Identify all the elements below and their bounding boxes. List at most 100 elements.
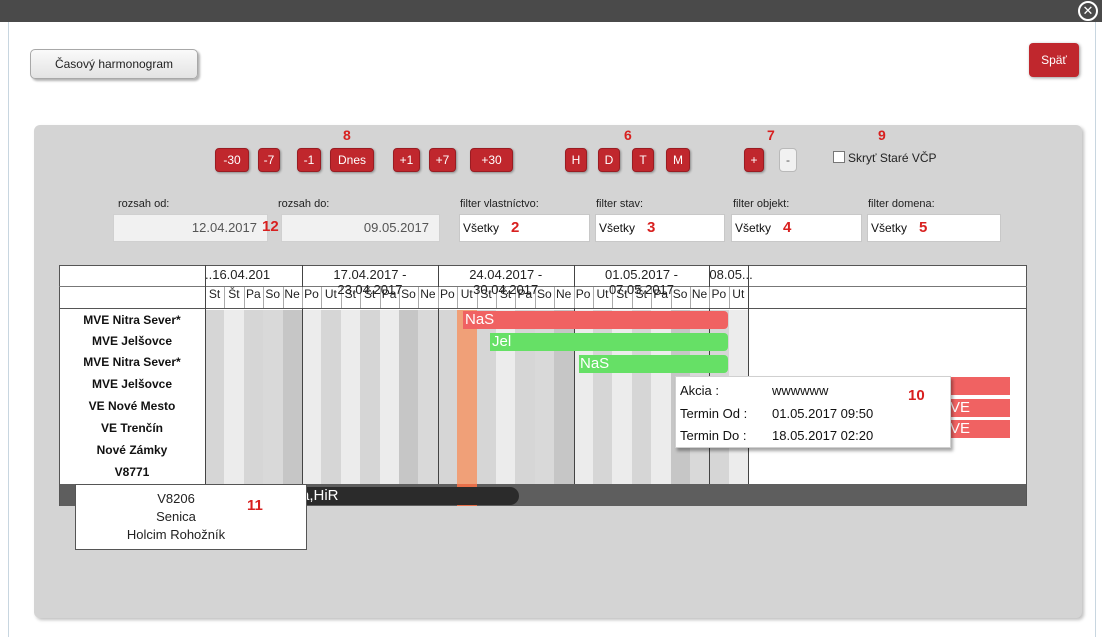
range-to-label: rozsah do: — [278, 198, 330, 210]
range-from-input[interactable]: 12.04.2017 — [113, 214, 268, 242]
range-to-input[interactable]: 09.05.2017 — [281, 214, 440, 242]
marker-9: 9 — [878, 127, 886, 143]
week-divider — [205, 265, 206, 506]
marker-2: 2 — [511, 219, 520, 236]
nav-minus-30-button[interactable]: -30 — [215, 148, 249, 172]
filter-state-select[interactable]: Všetky — [595, 214, 725, 242]
day-header: Ne — [284, 287, 300, 301]
today-column — [457, 310, 477, 484]
filter-domain-select[interactable]: Všetky — [867, 214, 1001, 242]
day-header: St — [616, 287, 628, 301]
week-header: ..16.04.201 — [205, 267, 271, 282]
back-button[interactable]: Späť — [1029, 43, 1079, 77]
row-label: MVE Jelšovce — [91, 377, 173, 391]
tooltip-od-value: 01.05.2017 09:50 — [772, 406, 874, 421]
nav-minus-7-button[interactable]: -7 — [258, 148, 280, 172]
filter-state-label: filter stav: — [596, 198, 644, 210]
day-header: So — [672, 287, 688, 301]
tooltip-akcia-value: wwwwww — [772, 383, 829, 398]
view-month-button[interactable]: M — [666, 148, 690, 172]
day-header: St — [344, 287, 356, 301]
filter-domain-label: filter domena: — [868, 198, 935, 210]
marker-4: 4 — [783, 219, 792, 236]
tooltip-object-line: V8206 — [157, 491, 195, 506]
tooltip-do-label: Termin Do : — [680, 428, 747, 443]
day-header: Ut — [460, 287, 473, 301]
filter-ownership-label: filter vlastníctvo: — [460, 198, 539, 210]
task-bar[interactable]: a,HiR — [283, 487, 519, 505]
day-header: Št — [635, 287, 647, 301]
day-header: So — [401, 287, 416, 301]
day-header: St — [208, 287, 221, 301]
task-bar-label: NaS — [465, 311, 495, 328]
nav-plus-1-button[interactable]: +1 — [393, 148, 420, 172]
marker-7: 7 — [767, 127, 775, 143]
task-bar[interactable]: NaS — [579, 355, 728, 373]
filter-object-label: filter objekt: — [733, 198, 790, 210]
nav-today-button[interactable]: Dnes — [330, 148, 374, 172]
day-header: Ne — [691, 287, 708, 301]
day-header: Pa — [517, 287, 533, 301]
day-header: Pa — [245, 287, 261, 301]
gantt-day-column — [263, 310, 283, 484]
task-bar[interactable]: NaS — [463, 311, 728, 329]
gantt-day-column — [379, 310, 399, 484]
nav-plus-30-button[interactable]: +30 — [470, 148, 513, 172]
tooltip-do-value: 18.05.2017 02:20 — [772, 428, 874, 443]
task-bar-label: VE — [950, 399, 971, 416]
action-tooltip: Akcia : wwwwww Termin Od : 01.05.2017 09… — [675, 376, 951, 448]
row-label: MVE Nitra Sever* — [83, 313, 181, 327]
marker-11: 11 — [247, 497, 263, 514]
zoom-out-button[interactable]: - — [779, 148, 797, 172]
close-icon[interactable]: ✕ — [1078, 1, 1098, 21]
gantt-day-column — [321, 310, 341, 484]
row-label: Nové Zámky — [96, 443, 168, 457]
marker-12: 12 — [262, 218, 279, 235]
view-hour-button[interactable]: H — [565, 148, 587, 172]
marker-3: 3 — [647, 219, 656, 236]
view-day-button[interactable]: D — [598, 148, 620, 172]
gantt-day-column — [418, 310, 438, 484]
marker-10: 10 — [908, 387, 925, 404]
tooltip-od-label: Termin Od : — [680, 406, 748, 421]
window-titlebar: ✕ — [0, 0, 1102, 22]
day-header: Ne — [420, 287, 436, 301]
nav-minus-1-button[interactable]: -1 — [297, 148, 321, 172]
day-header: Št — [499, 287, 512, 301]
gantt-day-column — [205, 310, 225, 484]
gantt-day-column — [243, 310, 264, 484]
marker-8: 8 — [343, 127, 351, 143]
gantt-day-column — [360, 310, 380, 484]
row-label: MVE Jelšovce — [91, 334, 173, 348]
filter-ownership-select[interactable]: Všetky — [459, 214, 590, 242]
filter-object-value: Všetky — [735, 221, 772, 235]
object-tooltip: V8206 Senica Holcim Rohožník 11 — [75, 484, 307, 550]
zoom-in-button[interactable]: + — [744, 148, 764, 172]
gantt-day-column — [437, 310, 458, 484]
filter-state-value: Všetky — [599, 221, 636, 235]
day-header: Po — [439, 287, 455, 301]
task-bar-label: VE — [950, 420, 971, 437]
gantt-day-column — [399, 310, 419, 484]
day-header: Ne — [556, 287, 572, 301]
gantt-day-column — [302, 310, 322, 484]
task-bar[interactable]: Jel — [490, 333, 728, 351]
day-header: So — [536, 287, 552, 301]
day-header: So — [265, 287, 281, 301]
week-header: 08.05... — [709, 267, 753, 282]
filter-object-select[interactable]: Všetky — [731, 214, 862, 242]
tooltip-object-line: Senica — [156, 509, 196, 524]
view-week-button[interactable]: T — [632, 148, 654, 172]
range-from-label: rozsah od: — [118, 198, 170, 210]
marker-6: 6 — [624, 127, 632, 143]
day-header: Pa — [653, 287, 669, 301]
gantt-day-column — [340, 310, 361, 484]
row-label: V8771 — [114, 465, 150, 479]
filter-domain-value: Všetky — [871, 221, 908, 235]
nav-plus-7-button[interactable]: +7 — [429, 148, 456, 172]
row-label: VE Nové Mesto — [88, 399, 176, 413]
harmonogram-button[interactable]: Časový harmonogram — [30, 49, 198, 79]
tooltip-object-line: Holcim Rohožník — [126, 527, 226, 542]
hide-old-checkbox[interactable] — [833, 151, 845, 163]
tooltip-akcia-label: Akcia : — [680, 383, 720, 398]
